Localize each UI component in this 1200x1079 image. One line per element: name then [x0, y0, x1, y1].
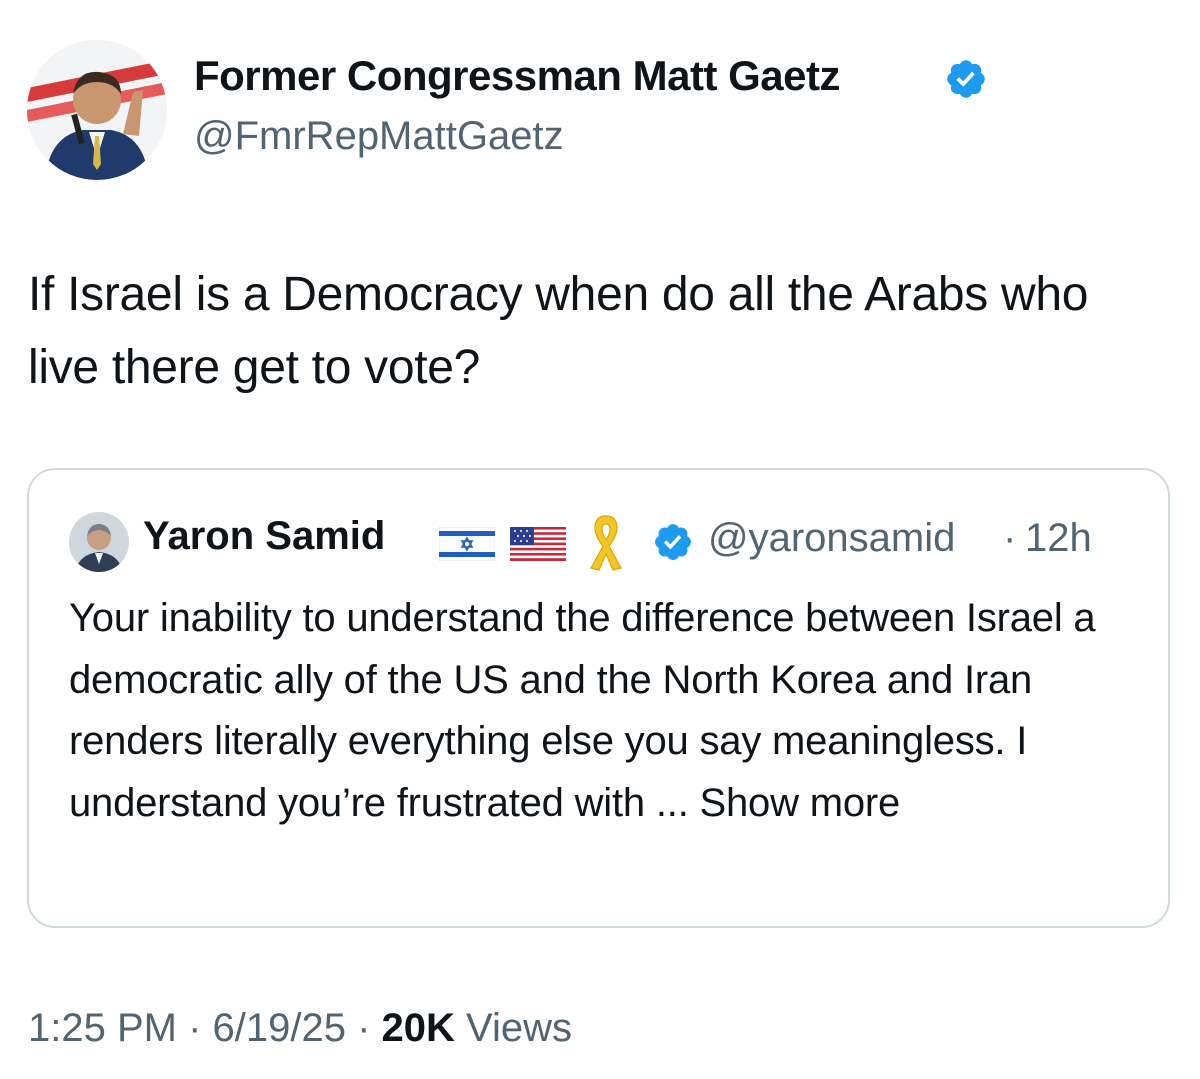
quoted-author-avatar[interactable]: [69, 512, 129, 572]
quoted-tweet-text: Your inability to understand the differe…: [69, 588, 1129, 834]
separator-dot: ·: [345, 1006, 382, 1050]
truncation-ellipsis: ...: [644, 780, 700, 825]
separator-dot: ·: [176, 1006, 213, 1050]
author-handle[interactable]: @FmrRepMattGaetz: [194, 114, 564, 159]
show-more-link[interactable]: Show more: [700, 781, 901, 825]
author-display-name[interactable]: Former Congressman Matt Gaetz: [194, 52, 840, 100]
verified-badge-icon: [947, 60, 985, 98]
quoted-tweet-timestamp[interactable]: 12h: [1025, 516, 1092, 561]
quoted-tweet-card[interactable]: Yaron Samid @yaronsamid · 12h Your inabi…: [27, 468, 1170, 928]
separator-dot: ·: [1003, 516, 1017, 560]
tweet-date[interactable]: 6/19/25: [213, 1006, 346, 1050]
tweet-meta: 1:25 PM · 6/19/25 · 20K Views: [28, 1006, 572, 1051]
tweet-time[interactable]: 1:25 PM: [28, 1006, 177, 1050]
tweet-text: If Israel is a Democracy when do all the…: [28, 268, 1089, 394]
views-count[interactable]: 20K: [382, 1006, 455, 1050]
us-flag-icon: [510, 527, 566, 561]
israel-flag-icon: [439, 527, 495, 561]
views-label[interactable]: Views: [455, 1006, 572, 1050]
verified-badge-icon: [655, 524, 691, 560]
author-avatar[interactable]: [27, 40, 167, 180]
quoted-author-handle[interactable]: @yaronsamid: [708, 516, 955, 561]
yellow-ribbon-icon: [590, 515, 622, 571]
quoted-author-display-name[interactable]: Yaron Samid: [143, 514, 385, 559]
quoted-tweet-body: Your inability to understand the differe…: [69, 596, 1096, 825]
